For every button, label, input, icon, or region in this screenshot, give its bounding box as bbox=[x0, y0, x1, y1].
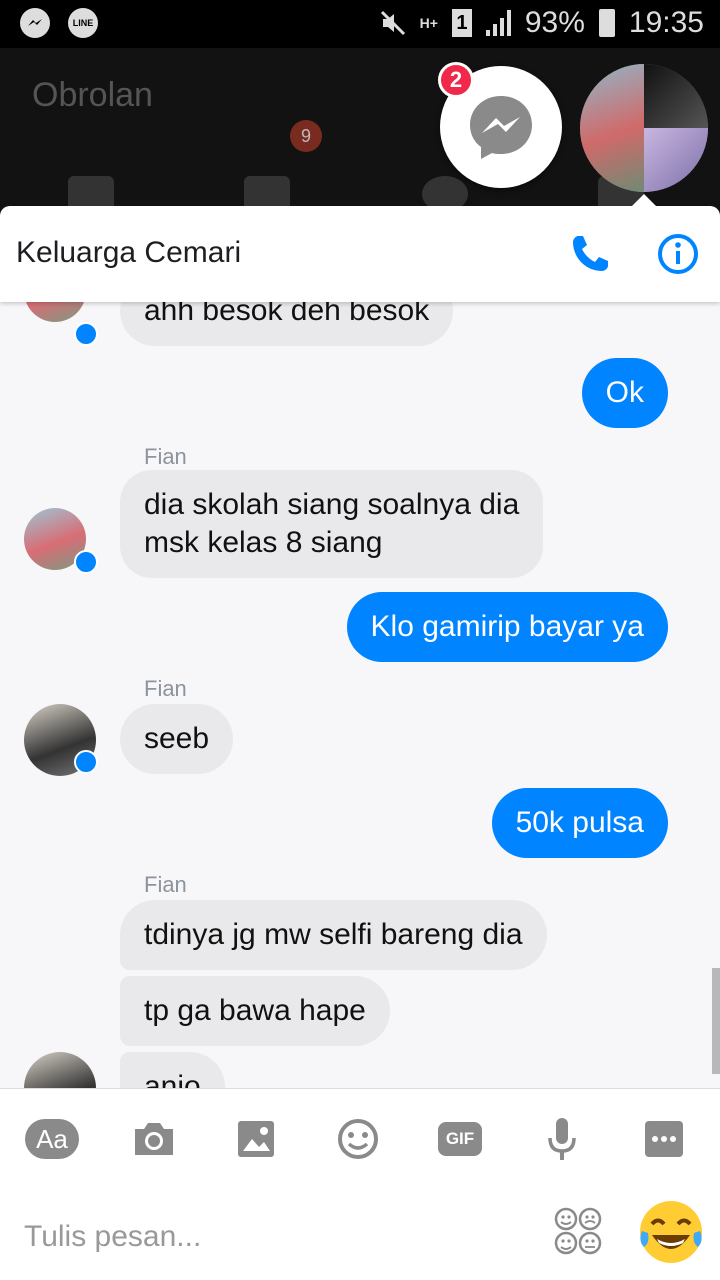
gif-button[interactable]: GIF bbox=[432, 1111, 488, 1167]
message-list[interactable]: ahh besok deh besok Ok Fian dia skolah s… bbox=[0, 302, 720, 1090]
group-chat-head[interactable] bbox=[580, 64, 708, 192]
more-icon bbox=[645, 1121, 683, 1157]
message-line: msk kelas 8 siang bbox=[144, 526, 383, 559]
text-format-button[interactable]: Aa bbox=[24, 1111, 80, 1167]
network-type: H+ bbox=[419, 15, 438, 31]
sender-avatar[interactable] bbox=[24, 302, 86, 322]
gallery-button[interactable] bbox=[228, 1111, 284, 1167]
status-bar: LINE H+ 1 93% 19:35 bbox=[0, 0, 720, 48]
chat-title[interactable]: Keluarga Cemari bbox=[16, 236, 241, 270]
camera-icon bbox=[135, 1123, 173, 1155]
info-icon bbox=[658, 234, 698, 274]
sender-name: Fian bbox=[144, 872, 187, 897]
message-input[interactable] bbox=[24, 1209, 524, 1265]
background-app-title: Obrolan bbox=[32, 76, 153, 114]
info-button[interactable] bbox=[656, 232, 700, 276]
gif-icon: GIF bbox=[438, 1122, 482, 1156]
microphone-icon bbox=[548, 1118, 576, 1160]
group-avatar-part bbox=[580, 64, 644, 192]
mute-icon bbox=[380, 10, 405, 36]
group-avatar-part bbox=[644, 128, 708, 192]
voice-button[interactable] bbox=[534, 1111, 590, 1167]
message-bubble-outgoing[interactable]: Ok bbox=[581, 358, 668, 428]
chat-header: Keluarga Cemari bbox=[0, 206, 720, 302]
messenger-icon bbox=[470, 96, 532, 159]
stickers-icon bbox=[554, 1207, 602, 1255]
emoji-picker-button[interactable] bbox=[330, 1111, 386, 1167]
sender-avatar[interactable] bbox=[24, 1052, 96, 1090]
message-bubble-outgoing[interactable]: Klo gamirip bayar ya bbox=[346, 592, 668, 662]
quick-emoji-button[interactable] bbox=[636, 1197, 706, 1267]
message-bubble-incoming[interactable]: tdinya jg mw selfi bareng dia bbox=[120, 900, 547, 970]
message-bubble-incoming[interactable]: dia skolah siang soalnya dia msk kelas 8… bbox=[120, 470, 544, 578]
message-bubble-incoming[interactable]: anjo bbox=[120, 1052, 225, 1090]
battery-percent: 93% bbox=[524, 6, 585, 39]
call-button[interactable] bbox=[568, 232, 612, 276]
message-line: dia skolah siang soalnya dia bbox=[144, 488, 520, 521]
sender-name: Fian bbox=[144, 676, 187, 701]
clock: 19:35 bbox=[628, 6, 704, 39]
sender-name: Fian bbox=[144, 444, 187, 469]
message-bubble-incoming[interactable]: ahh besok deh besok bbox=[120, 302, 454, 346]
aa-icon: Aa bbox=[25, 1119, 79, 1159]
more-options-button[interactable] bbox=[636, 1111, 692, 1167]
messenger-badge-icon bbox=[74, 750, 98, 774]
chat-panel: Keluarga Cemari ahh besok deh besok Ok F… bbox=[0, 206, 720, 1280]
messenger-notification-icon bbox=[20, 8, 50, 38]
message-bubble-incoming[interactable]: tp ga bawa hape bbox=[120, 976, 390, 1046]
chat-head-badge: 2 bbox=[438, 62, 474, 98]
scrollbar[interactable] bbox=[712, 968, 720, 1074]
panel-pointer bbox=[632, 194, 656, 206]
smiley-icon bbox=[338, 1119, 378, 1159]
tears-of-joy-emoji-icon bbox=[640, 1201, 702, 1263]
messenger-badge-icon bbox=[74, 322, 98, 346]
message-bubble-incoming[interactable]: seeb bbox=[120, 704, 234, 774]
composer: Aa GIF bbox=[0, 1088, 720, 1280]
signal-icon bbox=[485, 10, 511, 36]
sim-indicator: 1 bbox=[451, 9, 472, 37]
message-bubble-outgoing[interactable]: 50k pulsa bbox=[491, 788, 668, 858]
background-tab-badge: 9 bbox=[290, 120, 322, 152]
stickers-button[interactable] bbox=[552, 1205, 604, 1257]
message-input-wrapper bbox=[24, 1209, 524, 1265]
messenger-badge-icon bbox=[74, 550, 98, 574]
image-icon bbox=[238, 1121, 274, 1157]
line-label: LINE bbox=[72, 18, 94, 28]
phone-icon bbox=[573, 236, 608, 271]
group-avatar-part bbox=[644, 64, 708, 128]
camera-button[interactable] bbox=[126, 1111, 182, 1167]
line-notification-icon: LINE bbox=[68, 8, 98, 38]
battery-icon bbox=[598, 9, 615, 37]
